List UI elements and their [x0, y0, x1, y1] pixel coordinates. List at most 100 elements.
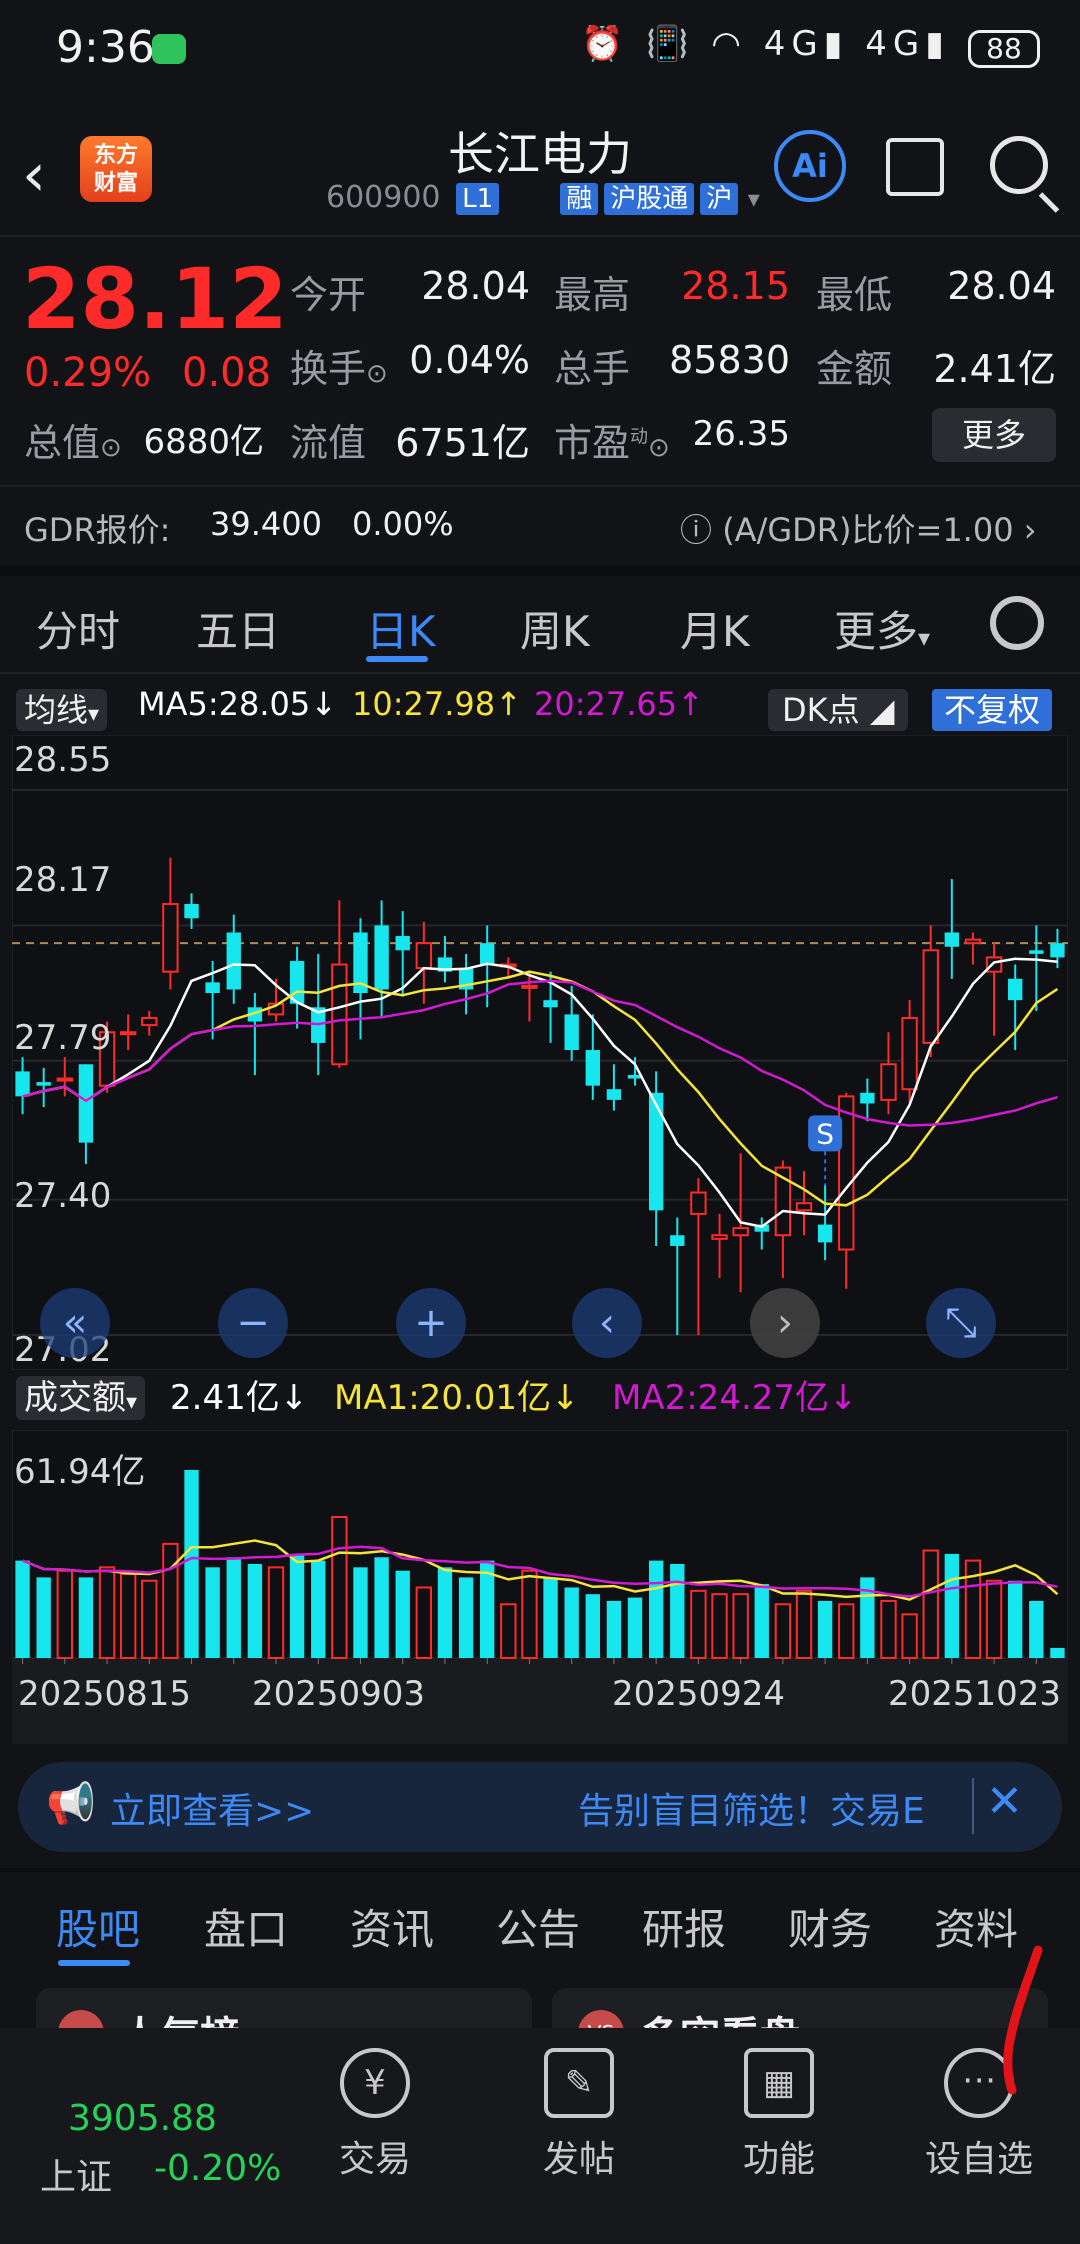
volume-bar: [922, 1549, 939, 1659]
ma20-value: 20:27.65↑: [534, 685, 704, 723]
volume-bar: [15, 1560, 30, 1658]
banner-scroll-text: 告别盲目筛选！交易E: [578, 1791, 925, 1832]
volume-bar: [311, 1560, 326, 1658]
ma5-value: MA5:28.05↓: [138, 685, 338, 723]
gear-icon[interactable]: [990, 596, 1044, 650]
tab-research[interactable]: 研报: [642, 1896, 726, 1957]
index-value[interactable]: 3905.88: [68, 2098, 217, 2139]
index-name[interactable]: 上证: [40, 2148, 112, 2200]
exchange-badge: 沪: [700, 183, 739, 215]
volume-bar: [543, 1577, 558, 1658]
scroll-left-fast-icon[interactable]: «: [40, 1288, 110, 1358]
low-value: 28.04: [947, 264, 1056, 308]
candle-body: [374, 925, 389, 990]
signal-icons: ⏰ 📳 ◠ 4G▮ 4G▮: [581, 24, 950, 64]
banner-link[interactable]: 立即查看>>: [110, 1782, 314, 1834]
volume-bar: [247, 1563, 263, 1658]
volume-bar: [500, 1603, 517, 1659]
promo-banner[interactable]: 📢 立即查看>> 告别盲目筛选！交易E ✕: [18, 1762, 1062, 1852]
nav-add-watchlist[interactable]: 设自选: [899, 2130, 1059, 2182]
volume-bar: [711, 1593, 728, 1659]
y-tick-label: 27.79: [14, 1018, 112, 1058]
signal-label: S: [816, 1117, 834, 1150]
status-time: 9:36: [56, 22, 155, 73]
scroll-right-icon[interactable]: ›: [750, 1288, 820, 1358]
volume-bar: [817, 1600, 833, 1658]
volume-bar: [36, 1577, 51, 1658]
candle-body: [56, 1077, 73, 1082]
candle-body: [119, 1031, 137, 1036]
tab-forum[interactable]: 股吧: [56, 1896, 140, 1957]
tab-daily-k[interactable]: 日K: [366, 598, 436, 659]
more-quote-button[interactable]: 更多: [932, 408, 1056, 462]
nav-trade[interactable]: 交易: [295, 2130, 455, 2182]
close-icon[interactable]: ✕: [986, 1776, 1023, 1827]
stock-code-row[interactable]: 600900 L1 融沪股通沪 ▾: [326, 180, 760, 215]
market-cap-label: 总值⊙: [24, 421, 122, 465]
tab-weekly-k[interactable]: 周K: [520, 598, 590, 659]
candle-body: [860, 1092, 875, 1104]
open-value: 28.04: [421, 264, 530, 308]
scroll-left-icon[interactable]: ‹: [572, 1288, 642, 1358]
candle-body: [922, 949, 939, 1044]
index-change[interactable]: -0.20%: [154, 2148, 281, 2189]
divider: [0, 566, 1080, 576]
tab-order-book[interactable]: 盘口: [204, 1896, 288, 1957]
tab-financials[interactable]: 财务: [788, 1896, 872, 1957]
amount-label: 金额: [816, 347, 893, 391]
candle-body: [141, 1016, 158, 1027]
volume-max-label: 61.94亿: [14, 1452, 146, 1492]
functions-icon[interactable]: ▦: [744, 2048, 814, 2118]
candle-body: [395, 936, 410, 951]
gdr-label: GDR报价:: [24, 511, 171, 549]
candle-body: [226, 932, 241, 990]
ai-assistant-button[interactable]: Ai: [774, 130, 846, 202]
tab-more-periods[interactable]: 更多▾: [834, 598, 930, 659]
tab-five-day[interactable]: 五日: [196, 598, 280, 659]
volume-bar: [732, 1593, 749, 1659]
gdr-ratio[interactable]: ⓘ (A/GDR)比价=1.00 ›: [680, 505, 1037, 551]
candle-body: [184, 903, 199, 919]
candle-body: [331, 963, 348, 1066]
candle-body: [964, 938, 982, 945]
x-date-label: 20250903: [252, 1674, 426, 1714]
ma-selector[interactable]: 均线▾: [16, 685, 108, 731]
volume-indicator-selector[interactable]: 成交额▾: [16, 1370, 146, 1420]
volume-bar: [437, 1567, 453, 1658]
help-icon: ⓘ: [680, 511, 723, 549]
stock-header: ‹ 东方 财富 长江电力 600900 L1 融沪股通沪 ▾ Ai: [0, 100, 1080, 235]
candlestick-chart[interactable]: S: [12, 735, 1068, 1370]
tab-announcements[interactable]: 公告: [496, 1896, 580, 1957]
turnover-label: 换手⊙: [290, 347, 388, 391]
pe-value: 26.35: [692, 414, 790, 454]
volume-ma2: MA2:24.27亿↓: [612, 1378, 858, 1418]
tab-intraday[interactable]: 分时: [36, 598, 120, 659]
adjust-toggle[interactable]: 不复权: [932, 685, 1053, 731]
trade-icon[interactable]: ¥: [340, 2048, 410, 2118]
tab-news[interactable]: 资讯: [350, 1896, 434, 1957]
share-icon[interactable]: [886, 138, 944, 196]
divider: [0, 672, 1080, 674]
ma10-value: 10:27.98↑: [352, 685, 522, 723]
zoom-in-icon[interactable]: +: [396, 1288, 466, 1358]
volume-bar: [226, 1557, 241, 1658]
battery-icon: 88: [968, 30, 1040, 68]
zoom-out-icon[interactable]: −: [218, 1288, 288, 1358]
nav-functions[interactable]: 功能: [699, 2130, 859, 2182]
volume-bar: [985, 1579, 1003, 1659]
search-icon[interactable]: [990, 136, 1048, 194]
candle-body: [543, 1000, 558, 1008]
turnover-value: 0.04%: [409, 338, 530, 382]
fullscreen-icon[interactable]: ⤡: [926, 1288, 996, 1358]
candle-body: [606, 1089, 622, 1100]
post-icon[interactable]: ✎: [544, 2048, 614, 2118]
candle-body: [1008, 978, 1023, 1001]
volume-bar: [415, 1586, 433, 1660]
active-tab-indicator: [366, 656, 428, 662]
volume-label: 总手: [554, 347, 631, 391]
nav-post[interactable]: 发帖: [499, 2130, 659, 2182]
dk-point-selector[interactable]: DK点 ◢: [768, 685, 909, 731]
x-date-label: 20250815: [18, 1674, 192, 1714]
tab-monthly-k[interactable]: 月K: [680, 598, 750, 659]
connect-badge: 沪股通: [604, 183, 695, 215]
